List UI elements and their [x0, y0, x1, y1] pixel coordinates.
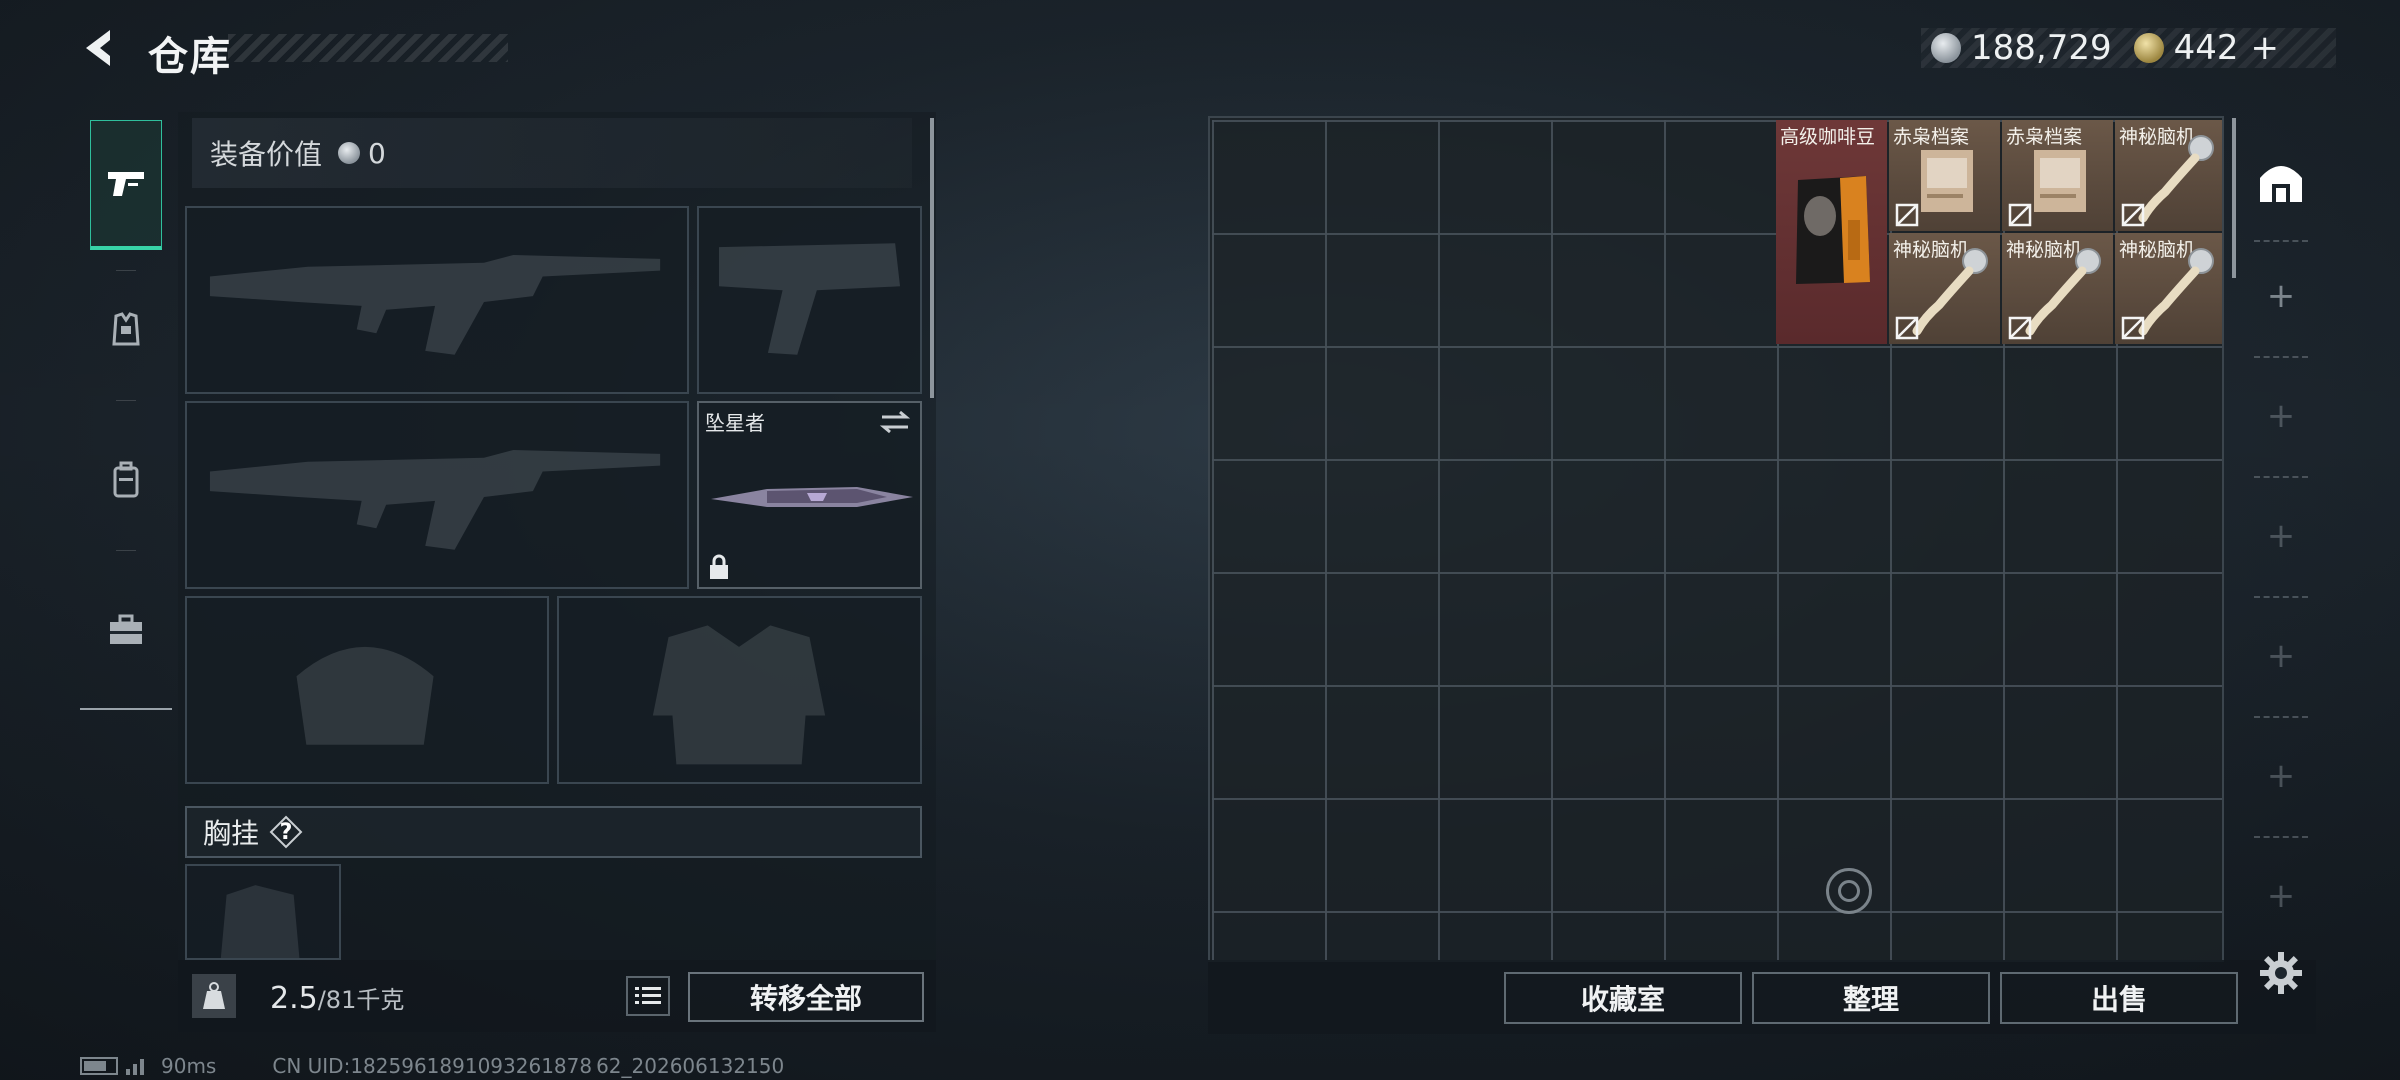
user-uid: CN UID:1825961891093261878 62_2026061321…: [272, 1054, 785, 1078]
title-decoration: [228, 34, 508, 62]
coffee-bag-icon: [1796, 176, 1870, 284]
silver-balance: 188,729: [1971, 28, 2112, 68]
pistol-icon: [108, 171, 144, 196]
rifle-silhouette-icon: [209, 254, 661, 355]
add-storage-tab-icon[interactable]: +: [2261, 636, 2301, 676]
warehouse-icon: [2260, 166, 2302, 202]
chest-rig-label: 胸挂: [203, 817, 260, 850]
weight-bar: 2.5/81千克 转移全部: [178, 960, 936, 1032]
rifle-silhouette-icon: [209, 449, 661, 550]
no-trade-icon: [2008, 203, 2032, 227]
add-storage-tab-icon[interactable]: +: [2261, 756, 2301, 796]
list-view-button[interactable]: [626, 976, 670, 1016]
settings-gear-icon[interactable]: [2258, 950, 2304, 996]
archive-docs-icon: [2034, 150, 2086, 212]
add-storage-tab-icon[interactable]: +: [2261, 276, 2301, 316]
add-storage-tab-icon[interactable]: +: [2261, 516, 2301, 556]
storage-item-archive[interactable]: 赤枭档案: [1889, 120, 2000, 231]
archive-docs-icon: [1921, 150, 1973, 212]
chest-rig-header: 胸挂 ?: [185, 806, 922, 858]
swap-arrows-icon[interactable]: [878, 409, 912, 435]
storage-item-brain-interface[interactable]: 神秘脑机...: [2115, 120, 2222, 231]
help-icon[interactable]: ?: [269, 815, 303, 849]
sell-button[interactable]: 出售: [2000, 972, 2238, 1024]
silver-coin-icon: [338, 142, 361, 164]
equipment-scrollbar[interactable]: [930, 118, 934, 398]
weight-max: /81千克: [317, 986, 405, 1014]
brain-interface-icon: [1912, 248, 1988, 336]
equipment-value-bar: 装备价值 0: [192, 118, 912, 188]
tab-weapons[interactable]: [90, 120, 162, 250]
toolbox-icon: [110, 614, 142, 644]
body-armor-slot[interactable]: [557, 596, 922, 784]
brain-interface-icon: [2138, 248, 2214, 336]
no-trade-icon: [2121, 203, 2145, 227]
secondary-weapon-slot[interactable]: [185, 401, 689, 589]
add-storage-tab-icon[interactable]: +: [2261, 396, 2301, 436]
silver-coin-icon: [1931, 33, 1961, 63]
pistol-silhouette-icon: [718, 243, 901, 355]
signal-icon: [126, 1057, 147, 1075]
collection-room-button[interactable]: 收藏室: [1504, 972, 1742, 1024]
lock-icon: [710, 554, 728, 579]
list-icon: [635, 987, 661, 1004]
back-arrow-icon[interactable]: [78, 26, 122, 70]
brain-interface-icon: [2138, 135, 2214, 223]
sidearm-slot[interactable]: [697, 206, 922, 394]
rail-divider: [80, 708, 172, 710]
storage-item-brain-interface[interactable]: 神秘脑机...: [2115, 233, 2222, 344]
no-trade-icon: [2008, 316, 2032, 340]
storage-scrollbar[interactable]: [2232, 118, 2236, 278]
add-gold-button[interactable]: +: [2251, 28, 2280, 68]
storage-item-coffee-beans[interactable]: 高级咖啡豆: [1776, 120, 1887, 344]
storage-grid[interactable]: 高级咖啡豆 赤枭档案 赤枭档案 神秘脑机... 神秘脑机... 神秘脑机... …: [1208, 116, 2224, 962]
item-name: 高级咖啡豆: [1780, 126, 1876, 148]
tab-backpack[interactable]: [90, 430, 162, 530]
storage-item-brain-interface[interactable]: 神秘脑机...: [1889, 233, 2000, 344]
no-trade-icon: [1895, 203, 1919, 227]
storage-action-bar: 收藏室 整理 出售: [1208, 960, 2316, 1034]
melee-slot[interactable]: 坠星者: [697, 401, 922, 589]
add-storage-tab-icon[interactable]: +: [2261, 876, 2301, 916]
category-rail: [80, 110, 172, 710]
ping-readout: 90ms: [161, 1054, 217, 1078]
helmet-slot[interactable]: [185, 596, 549, 784]
chest-rig-silhouette-icon: [220, 885, 300, 958]
weight-readout: 2.5/81千克: [270, 980, 404, 1016]
no-trade-icon: [2121, 316, 2145, 340]
backpack-icon: [113, 461, 139, 498]
gold-coin-icon: [2133, 33, 2164, 63]
battery-icon: [80, 1057, 118, 1075]
armor-silhouette-icon: [652, 625, 826, 765]
weight-current: 2.5: [270, 981, 318, 1016]
status-footer: 90ms CN UID:1825961891093261878 62_20260…: [80, 1054, 784, 1078]
equipment-value-label: 装备价值: [210, 138, 323, 171]
no-trade-icon: [1895, 316, 1919, 340]
page-title: 仓库: [148, 34, 232, 80]
storage-item-archive[interactable]: 赤枭档案: [2002, 120, 2113, 231]
equipment-value: 0: [368, 136, 386, 170]
armor-vest-icon: [112, 312, 140, 346]
sort-button[interactable]: 整理: [1752, 972, 1990, 1024]
melee-name: 坠星者: [705, 411, 765, 435]
tab-armor[interactable]: [90, 280, 162, 380]
currency-bar: 188,729 442 +: [1921, 28, 2336, 68]
storage-item-brain-interface[interactable]: 神秘脑机...: [2002, 233, 2113, 344]
target-ring-icon: [1826, 868, 1872, 914]
knife-icon: [711, 487, 913, 507]
transfer-all-button[interactable]: 转移全部: [688, 972, 924, 1022]
helmet-silhouette-icon: [296, 646, 434, 745]
gold-balance: 442: [2173, 28, 2239, 68]
storage-tabs-rail: + + + + + +: [2246, 116, 2316, 962]
chest-rig-slot[interactable]: [185, 864, 341, 960]
brain-interface-icon: [2025, 248, 2101, 336]
tab-warehouse[interactable]: [2246, 126, 2316, 236]
primary-weapon-slot[interactable]: [185, 206, 689, 394]
weight-icon: [192, 974, 236, 1018]
tab-toolbox[interactable]: [90, 580, 162, 680]
